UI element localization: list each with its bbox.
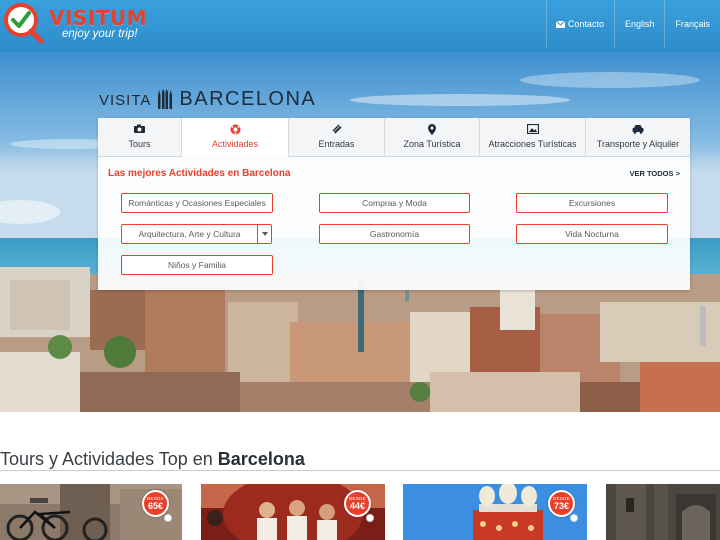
section-title-city: Barcelona	[217, 449, 305, 469]
category-compras-moda[interactable]: Compras y Moda	[319, 193, 470, 213]
nav-contacto[interactable]: Contacto	[545, 0, 614, 48]
price-badge: DESDE 65€	[142, 490, 169, 517]
hero-title-prefix: VISITA	[99, 92, 152, 109]
price-badge-tail	[366, 514, 374, 522]
price-value: 73€	[553, 501, 570, 511]
top-header: VISITUM enjoy your trip! Contacto Englis…	[0, 0, 720, 52]
tab-atracciones-turisticas-label: Atracciones Turísticas	[488, 139, 577, 149]
nav-english[interactable]: English	[613, 0, 665, 48]
tour-card-4[interactable]	[606, 484, 720, 540]
brand-name: VISITUM	[49, 6, 148, 30]
map-pin-icon	[428, 124, 436, 135]
tab-zona-turistica-label: Zona Turística	[403, 139, 461, 149]
nav-francais[interactable]: Français	[664, 0, 720, 48]
brand-tagline: enjoy your trip!	[62, 28, 138, 40]
logo-check-magnifier-icon	[4, 3, 44, 44]
tab-tours[interactable]: Tours	[98, 118, 182, 157]
tab-actividades-label: Actividades	[211, 139, 259, 149]
nav-francais-label: Français	[675, 19, 710, 29]
tour-card-1[interactable]: DESDE 65€	[0, 484, 182, 540]
tab-transporte-alquiler[interactable]: Transporte y Alquiler	[586, 118, 690, 157]
section-title-prefix: Tours y Actividades Top en	[0, 449, 218, 469]
tour-card-3[interactable]: DESDE 73€	[403, 484, 587, 540]
price-badge: DESDE 44€	[344, 490, 371, 517]
hero-title-city: BARCELONA	[179, 88, 317, 110]
sagrada-familia-icon	[158, 89, 173, 109]
gothic-quarter-photo	[606, 484, 720, 540]
hero-title: VISITA BARCELONA	[99, 88, 316, 111]
tab-transporte-alquiler-label: Transporte y Alquiler	[596, 139, 680, 149]
visitum-logo[interactable]: VISITUM enjoy your trip!	[2, 2, 152, 46]
nav-contacto-label: Contacto	[567, 19, 604, 29]
section-divider	[0, 470, 720, 471]
tab-entradas[interactable]: Entradas	[289, 118, 385, 157]
ticket-icon	[332, 124, 341, 134]
section-title: Tours y Actividades Top en Barcelona	[0, 449, 305, 470]
tab-zona-turistica[interactable]: Zona Turística	[385, 118, 480, 157]
category-romanticas[interactable]: Románticas y Ocasiones Especiales	[121, 193, 273, 213]
camera-icon	[134, 124, 145, 133]
envelope-icon	[555, 20, 565, 28]
category-gastronomia[interactable]: Gastronomía	[319, 224, 470, 244]
caret-down-icon	[261, 232, 268, 236]
nav-english-label: English	[624, 19, 655, 29]
price-value: 65€	[147, 501, 164, 511]
category-tabs: Tours Actividades Entradas Zona Turístic…	[98, 118, 690, 157]
tab-entradas-label: Entradas	[318, 139, 355, 149]
category-excursiones[interactable]: Excursiones	[516, 193, 668, 213]
tab-atracciones-turisticas[interactable]: Atracciones Turísticas	[480, 118, 586, 157]
category-arquitectura-dropdown[interactable]	[257, 224, 272, 244]
category-vida-nocturna[interactable]: Vida Nocturna	[516, 224, 668, 244]
activities-panel: Tours Actividades Entradas Zona Turístic…	[98, 118, 690, 290]
panel-heading: Las mejores Actividades en Barcelona	[108, 168, 291, 179]
top-nav: Contacto English Français	[545, 0, 720, 48]
price-badge-tail	[164, 514, 172, 522]
tour-card-2[interactable]: DESDE 44€	[201, 484, 385, 540]
ball-icon	[230, 124, 240, 135]
tab-tours-label: Tours	[128, 139, 151, 149]
category-arquitectura[interactable]: Arquitectura, Arte y Cultura	[121, 224, 258, 244]
price-value: 44€	[349, 501, 366, 511]
category-ninos-familia[interactable]: Niños y Familia	[121, 255, 273, 275]
photo-icon	[526, 124, 539, 134]
tab-actividades[interactable]: Actividades	[182, 118, 289, 157]
price-badge: DESDE 73€	[548, 490, 575, 517]
car-icon	[632, 125, 644, 134]
see-all-link[interactable]: VER TODOS >	[629, 169, 680, 178]
price-badge-tail	[570, 514, 578, 522]
